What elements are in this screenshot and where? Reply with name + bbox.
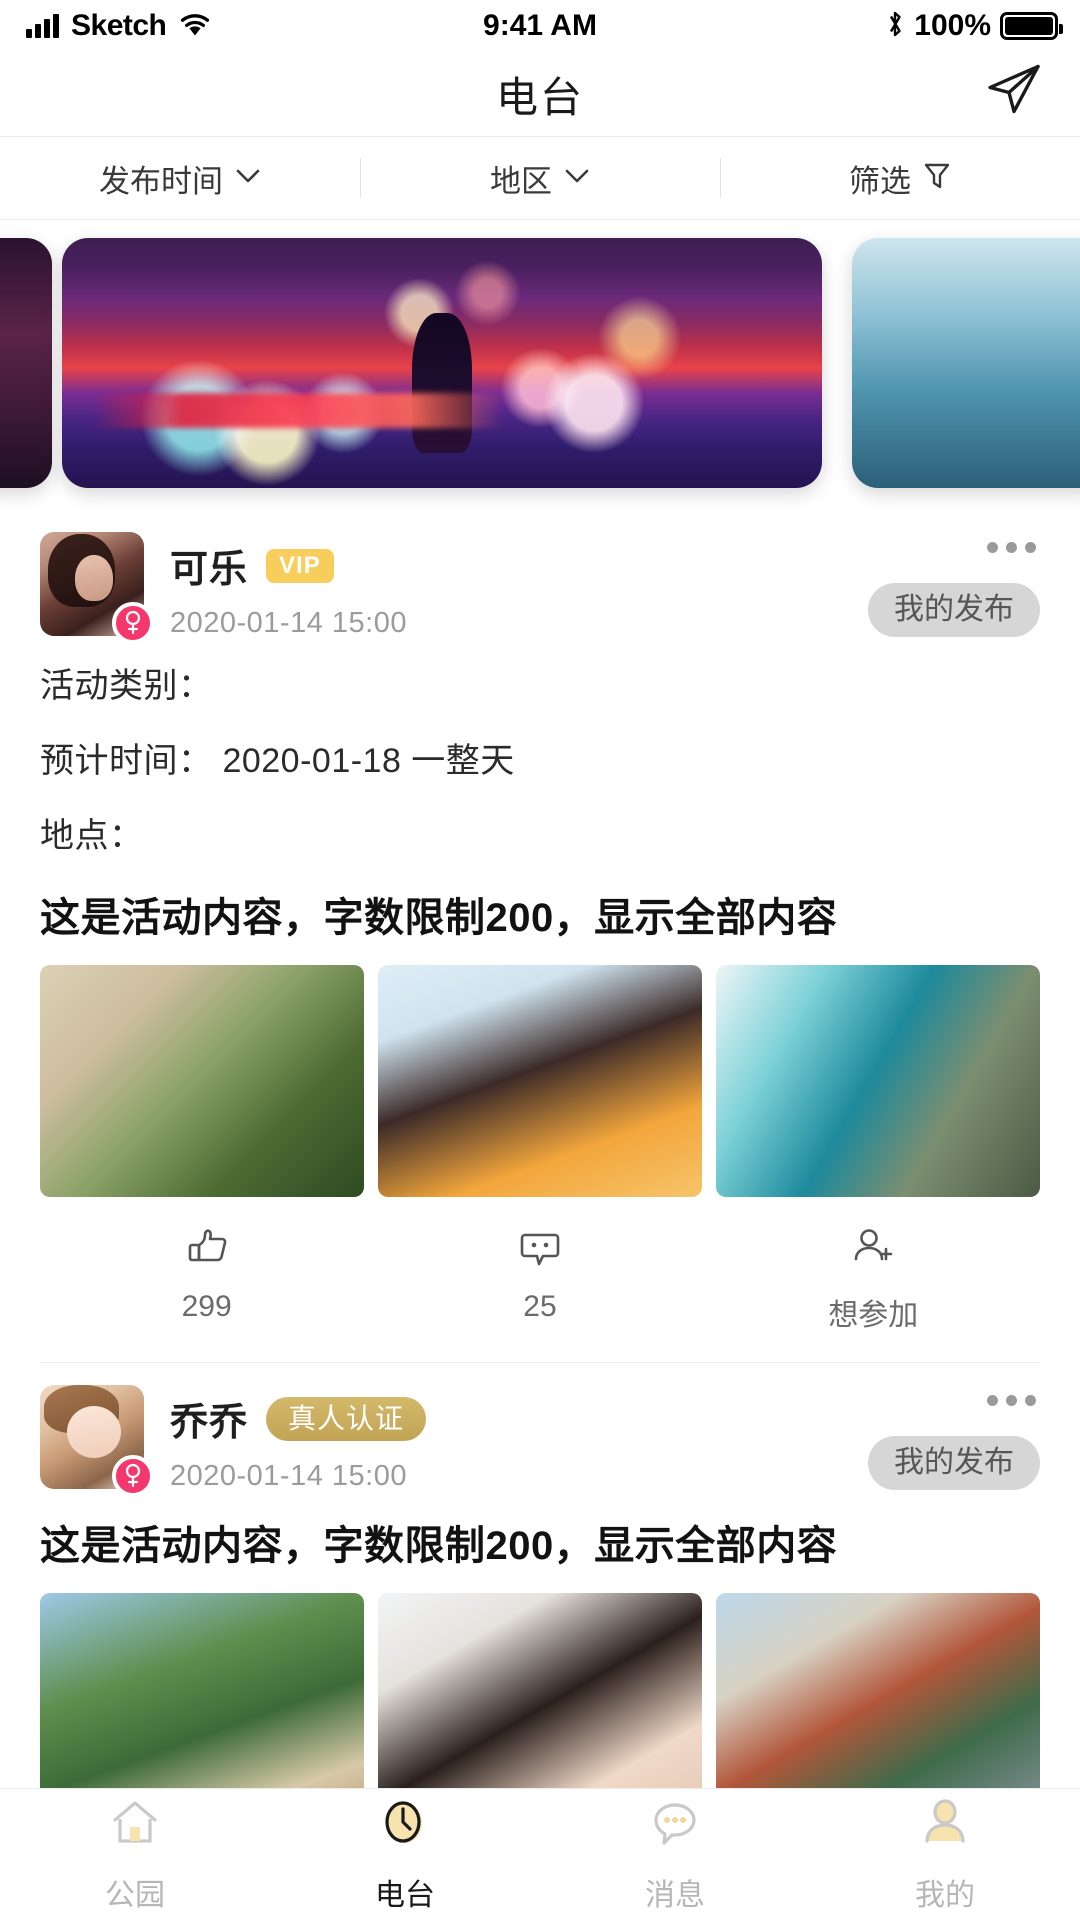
- owner-tag: 我的发布: [868, 583, 1040, 637]
- more-dots-icon[interactable]: [868, 536, 1040, 559]
- chevron-down-icon: [564, 167, 590, 190]
- avatar[interactable]: [40, 532, 154, 644]
- send-paper-plane-icon[interactable]: [982, 61, 1044, 128]
- user-name[interactable]: 乔乔: [170, 1391, 248, 1446]
- post-detail-location: 地点：: [40, 817, 144, 855]
- thumbs-up-icon: [182, 1223, 232, 1278]
- post-content-title: 这是活动内容，字数限制200，显示全部内容: [40, 1524, 838, 1568]
- banner-slide-main[interactable]: [62, 238, 822, 488]
- bottom-tab-bar: 公园 电台 消息 我的: [0, 1788, 1080, 1920]
- post-content-title: 这是活动内容，字数限制200，显示全部内容: [40, 896, 838, 940]
- battery-percent-label: 100%: [914, 9, 991, 42]
- page-title: 电台: [495, 73, 584, 121]
- user-name[interactable]: 可乐: [170, 538, 248, 593]
- post-detail-category: 活动类别：: [40, 667, 213, 705]
- bluetooth-icon: [885, 8, 905, 45]
- status-bar: Sketch 9:41 AM 100%: [0, 0, 1080, 52]
- banner-carousel[interactable]: [0, 220, 1080, 510]
- post-item[interactable]: 乔乔 真人认证 2020-01-14 15:00 我的发布 这是活动内容，字数限…: [40, 1363, 1040, 1825]
- more-dots-icon[interactable]: [868, 1389, 1040, 1412]
- post-header-right: 我的发布: [868, 536, 1040, 637]
- post-action-bar: 299 25 想参加: [40, 1223, 1040, 1342]
- page-header: 电台: [0, 52, 1080, 137]
- post-header: 可乐 VIP 2020-01-14 15:00 我的发布: [40, 532, 1040, 644]
- tab-mine[interactable]: 我的: [810, 1795, 1080, 1914]
- funnel-filter-icon: [923, 161, 951, 196]
- like-count: 299: [181, 1290, 232, 1323]
- comment-button[interactable]: 25: [373, 1223, 706, 1334]
- tab-radio-label: 电台: [375, 1879, 435, 1912]
- thumb-coast[interactable]: [716, 965, 1040, 1197]
- filter-publish-time-label: 发布时间: [99, 163, 223, 199]
- filter-more-label: 筛选: [849, 163, 911, 199]
- chat-bubble-icon: [647, 1795, 703, 1856]
- app-screen: Sketch 9:41 AM 100% 电台 发布时间 地区 筛选 可乐 VIP…: [0, 0, 1080, 1920]
- post-feed: 可乐 VIP 2020-01-14 15:00 我的发布 活动类别： 预计时间：…: [0, 510, 1080, 1825]
- person-icon: [917, 1795, 973, 1856]
- join-label: 想参加: [828, 1299, 919, 1332]
- comment-bubble-icon: [515, 1223, 565, 1278]
- owner-tag: 我的发布: [868, 1436, 1040, 1490]
- filter-bar: 发布时间 地区 筛选: [0, 137, 1080, 220]
- thumb-boy[interactable]: [378, 965, 702, 1197]
- filter-region-label: 地区: [490, 163, 552, 199]
- post-header-right: 我的发布: [868, 1389, 1040, 1490]
- status-bar-right: 100%: [885, 8, 1063, 45]
- person-add-icon: [848, 1223, 898, 1278]
- filter-region[interactable]: 地区: [360, 156, 720, 200]
- post-detail-time: 预计时间： 2020-01-18 一整天: [40, 742, 515, 780]
- like-button[interactable]: 299: [40, 1223, 373, 1334]
- tab-radio[interactable]: 电台: [270, 1795, 540, 1914]
- filter-more[interactable]: 筛选: [720, 156, 1080, 200]
- tab-park[interactable]: 公园: [0, 1795, 270, 1914]
- post-header: 乔乔 真人认证 2020-01-14 15:00 我的发布: [40, 1385, 1040, 1497]
- tab-messages-label: 消息: [645, 1879, 705, 1912]
- banner-slide-next[interactable]: [852, 238, 1080, 488]
- tab-mine-label: 我的: [915, 1879, 975, 1912]
- tab-messages[interactable]: 消息: [540, 1795, 810, 1914]
- tab-park-label: 公园: [105, 1879, 165, 1912]
- banner-slide-prev[interactable]: [0, 238, 52, 488]
- chevron-down-icon: [235, 167, 261, 190]
- thumb-villa[interactable]: [40, 965, 364, 1197]
- battery-full-icon: [1000, 12, 1063, 40]
- comment-count: 25: [523, 1290, 557, 1323]
- post-item[interactable]: 可乐 VIP 2020-01-14 15:00 我的发布 活动类别： 预计时间：…: [40, 510, 1040, 1363]
- home-icon: [107, 1795, 163, 1856]
- post-image-grid: [40, 965, 1040, 1197]
- join-button[interactable]: 想参加: [707, 1223, 1040, 1334]
- female-gender-icon: [112, 602, 154, 644]
- filter-publish-time[interactable]: 发布时间: [0, 156, 360, 200]
- clock-icon: [377, 1795, 433, 1856]
- female-gender-icon: [112, 1455, 154, 1497]
- status-badge: 真人认证: [266, 1396, 427, 1441]
- avatar[interactable]: [40, 1385, 154, 1497]
- status-badge: VIP: [266, 548, 334, 583]
